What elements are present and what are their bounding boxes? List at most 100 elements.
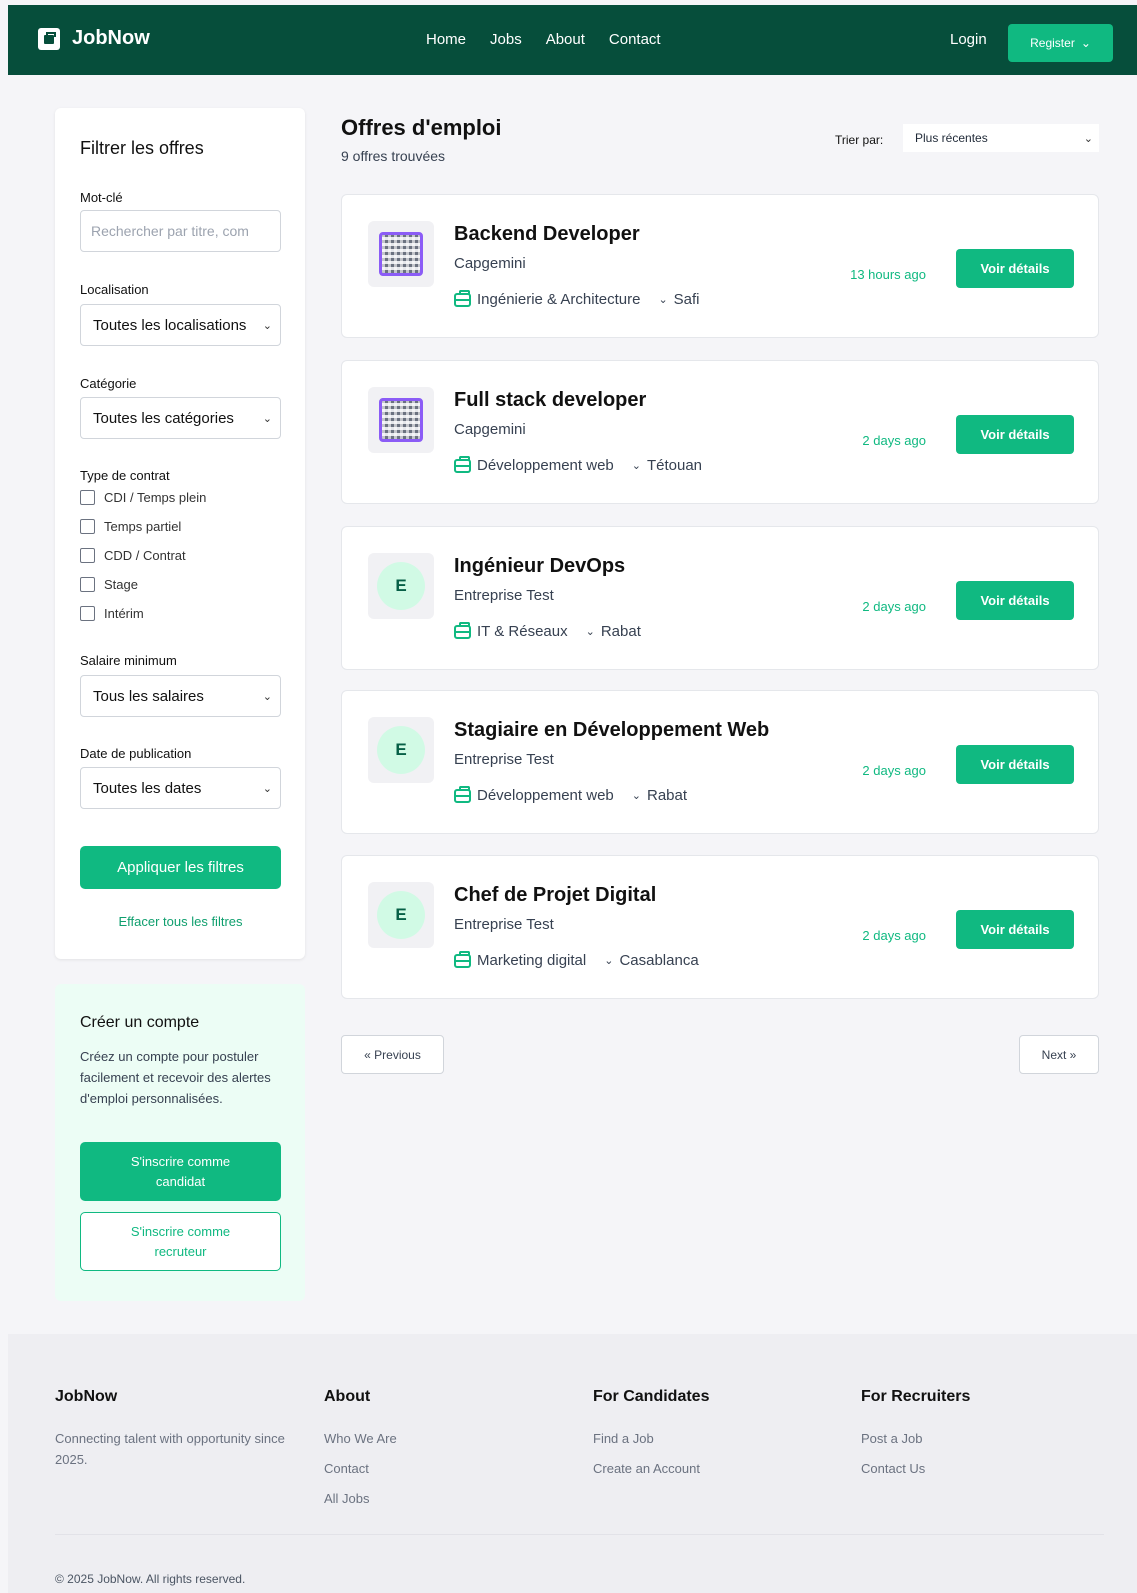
job-title[interactable]: Chef de Projet Digital <box>454 884 656 907</box>
view-details-button[interactable]: Voir détails <box>956 910 1074 949</box>
job-card[interactable]: E Chef de Projet Digital Entreprise Test… <box>341 855 1099 999</box>
keyword-input[interactable]: Rechercher par titre, com <box>80 210 281 252</box>
footer-link-who-we-are[interactable]: Who We Are <box>324 1428 397 1449</box>
job-meta: Marketing digital ⌄ Casablanca <box>454 950 699 969</box>
login-link[interactable]: Login <box>950 31 987 48</box>
job-title[interactable]: Stagiaire en Développement Web <box>454 719 769 742</box>
posted-time: 2 days ago <box>862 928 926 943</box>
brand-logo[interactable]: JobNow <box>38 27 150 50</box>
nav-contact-link[interactable]: Contact <box>609 31 661 48</box>
sort-value: Plus récentes <box>915 131 988 145</box>
chevron-down-icon: ⌄ <box>262 782 272 795</box>
view-details-button[interactable]: Voir détails <box>956 249 1074 288</box>
location-select[interactable]: Toutes les localisations ⌄ <box>80 304 281 346</box>
view-details-button[interactable]: Voir détails <box>956 745 1074 784</box>
register-button[interactable]: Register ⌄ <box>1008 24 1113 62</box>
register-label: Register <box>1030 36 1075 50</box>
job-city: Rabat <box>646 787 688 804</box>
view-details-button[interactable]: Voir détails <box>956 581 1074 620</box>
job-city: Rabat <box>600 623 641 640</box>
filters-panel: Filtrer les offres Mot-clé Rechercher pa… <box>55 108 305 959</box>
clear-filters-link[interactable]: Effacer tous les filtres <box>80 914 281 929</box>
contract-option-interim[interactable]: Intérim <box>80 606 144 621</box>
job-category: Développement web <box>477 787 614 804</box>
chevron-down-icon: ⌄ <box>1083 132 1093 145</box>
category-select[interactable]: Toutes les catégories ⌄ <box>80 397 281 439</box>
footer-link-contact[interactable]: Contact <box>324 1458 397 1479</box>
location-icon: ⌄ <box>585 626 595 638</box>
nav-home-link[interactable]: Home <box>426 31 466 48</box>
posted-time: 2 days ago <box>862 433 926 448</box>
nav-jobs-link[interactable]: Jobs <box>490 31 522 48</box>
contract-option-cdd[interactable]: CDD / Contrat <box>80 548 186 563</box>
job-title[interactable]: Backend Developer <box>454 223 640 246</box>
register-recruiter-button[interactable]: S'inscrire comme recruteur <box>80 1212 281 1271</box>
filters-title: Filtrer les offres <box>80 138 204 158</box>
checkbox[interactable] <box>80 490 95 505</box>
job-card[interactable]: Backend Developer Capgemini Ingénierie &… <box>341 194 1099 338</box>
job-title[interactable]: Ingénieur DevOps <box>454 555 625 578</box>
top-navbar: JobNow Home Jobs About Contact Login Reg… <box>8 5 1137 75</box>
footer-brand: JobNow <box>55 1388 118 1405</box>
contract-option-label: Stage <box>104 577 138 592</box>
contract-option-part-time[interactable]: Temps partiel <box>80 519 181 534</box>
promo-text: Créez un compte pour postuler facilement… <box>80 1049 271 1106</box>
sort-label: Trier par: <box>835 133 884 147</box>
apply-filters-button[interactable]: Appliquer les filtres <box>80 846 281 889</box>
briefcase-icon <box>454 950 471 968</box>
contract-option-cdi[interactable]: CDI / Temps plein <box>80 490 206 505</box>
footer-divider <box>55 1534 1104 1535</box>
salary-select[interactable]: Tous les salaires ⌄ <box>80 675 281 717</box>
chevron-down-icon: ⌄ <box>262 319 272 332</box>
view-details-button[interactable]: Voir détails <box>956 415 1074 454</box>
contract-option-label: Intérim <box>104 606 144 621</box>
job-card[interactable]: Full stack developer Capgemini Développe… <box>341 360 1099 504</box>
checkbox[interactable] <box>80 519 95 534</box>
job-meta: Développement web ⌄ Rabat <box>454 785 688 804</box>
footer-col-brand: JobNow Connecting talent with opportunit… <box>55 1388 295 1479</box>
footer-link-find-job[interactable]: Find a Job <box>593 1428 709 1449</box>
keyword-label: Mot-clé <box>80 190 123 205</box>
company-name: Entreprise Test <box>454 587 554 604</box>
location-icon: ⌄ <box>658 294 668 306</box>
job-title[interactable]: Full stack developer <box>454 389 646 412</box>
nav-about-link[interactable]: About <box>546 31 585 48</box>
checkbox[interactable] <box>80 606 95 621</box>
posted-time: 2 days ago <box>862 599 926 614</box>
company-initial: E <box>377 562 425 610</box>
previous-page-button[interactable]: « Previous <box>341 1035 444 1074</box>
chevron-down-icon: ⌄ <box>1080 36 1091 50</box>
footer-col-recruiters: For Recruiters Post a Job Contact Us <box>861 1388 970 1488</box>
briefcase-icon <box>38 27 60 50</box>
promo-title: Créer un compte <box>80 1014 200 1031</box>
location-icon: ⌄ <box>631 460 641 472</box>
location-value: Toutes les localisations <box>93 316 247 334</box>
date-select[interactable]: Toutes les dates ⌄ <box>80 767 281 809</box>
contract-option-stage[interactable]: Stage <box>80 577 138 592</box>
footer-link-create-account[interactable]: Create an Account <box>593 1458 709 1479</box>
sort-select[interactable]: Plus récentes ⌄ <box>903 124 1099 152</box>
company-name: Capgemini <box>454 421 526 438</box>
next-page-button[interactable]: Next » <box>1019 1035 1099 1074</box>
checkbox[interactable] <box>80 548 95 563</box>
page-footer: JobNow Connecting talent with opportunit… <box>8 1334 1137 1593</box>
register-candidate-button[interactable]: S'inscrire comme candidat <box>80 1142 281 1201</box>
job-city: Safi <box>673 291 700 308</box>
footer-link-contact-us[interactable]: Contact Us <box>861 1458 970 1479</box>
footer-link-all-jobs[interactable]: All Jobs <box>324 1488 397 1509</box>
nav-links: Home Jobs About Contact <box>426 31 661 48</box>
footer-about-heading: About <box>324 1388 371 1405</box>
briefcase-icon <box>454 289 471 307</box>
footer-col-candidates: For Candidates Find a Job Create an Acco… <box>593 1388 709 1488</box>
company-name: Entreprise Test <box>454 751 554 768</box>
page-title: Offres d'emploi <box>341 115 502 140</box>
footer-recruiters-heading: For Recruiters <box>861 1388 971 1405</box>
job-card[interactable]: E Ingénieur DevOps Entreprise Test IT & … <box>341 526 1099 670</box>
location-icon: ⌄ <box>631 790 641 802</box>
company-initial: E <box>377 891 425 939</box>
job-city: Tétouan <box>646 457 703 474</box>
footer-link-post-job[interactable]: Post a Job <box>861 1428 970 1449</box>
job-card[interactable]: E Stagiaire en Développement Web Entrepr… <box>341 690 1099 834</box>
create-account-panel: Créer un compte Créez un compte pour pos… <box>55 984 305 1301</box>
checkbox[interactable] <box>80 577 95 592</box>
